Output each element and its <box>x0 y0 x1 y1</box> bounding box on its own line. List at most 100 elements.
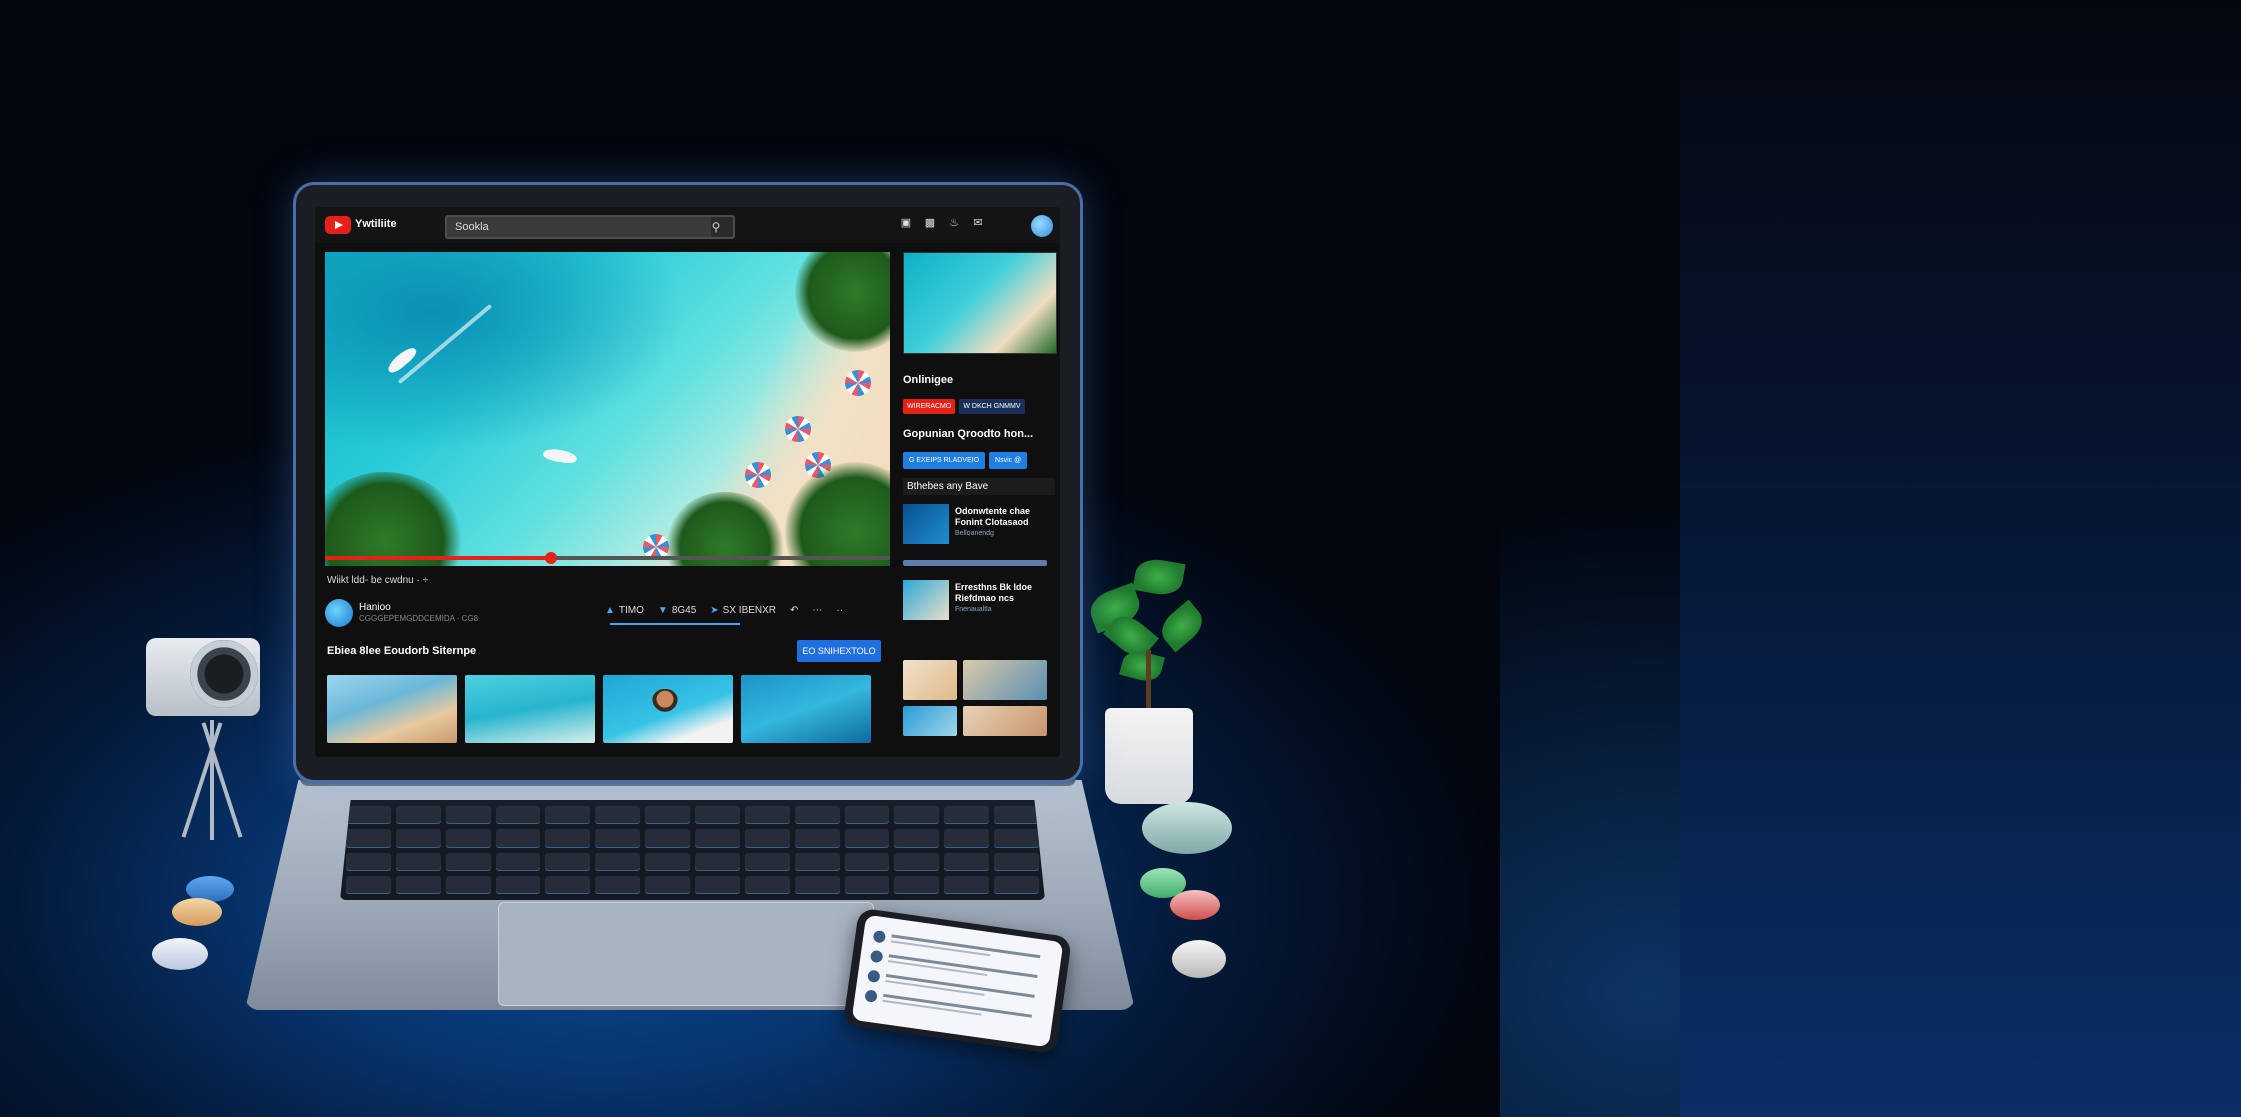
search-input[interactable] <box>447 217 711 237</box>
video-thumbnail[interactable] <box>603 675 733 743</box>
keyboard-key[interactable] <box>944 852 990 871</box>
youtube-logo-icon[interactable] <box>325 216 351 234</box>
keyboard-key[interactable] <box>595 829 641 848</box>
video-camera-icon[interactable]: ▣ <box>900 217 912 229</box>
video-thumbnail[interactable] <box>327 675 457 743</box>
grid-thumbnail[interactable] <box>903 706 957 736</box>
keyboard-key[interactable] <box>545 829 591 848</box>
video-frame-palm <box>325 472 465 566</box>
video-player[interactable] <box>325 252 890 566</box>
keyboard-key[interactable] <box>445 875 491 894</box>
keyboard-key[interactable] <box>595 852 641 871</box>
keyboard-key[interactable] <box>346 806 391 825</box>
subscribe-button[interactable]: ΕΟ SNIHEXTOLO <box>797 640 881 662</box>
trackpad[interactable] <box>498 902 874 1006</box>
save-button[interactable]: ↶ <box>790 605 798 616</box>
dislike-button[interactable]: ▼ 8G45 <box>658 605 696 616</box>
keyboard-key[interactable] <box>346 852 391 871</box>
keyboard-key[interactable] <box>645 806 690 825</box>
keyboard-key[interactable] <box>495 852 541 871</box>
keyboard-key[interactable] <box>645 829 690 848</box>
channel-avatar[interactable] <box>325 599 353 627</box>
list-item[interactable]: Erresthns Bk ldoe Riefdmao ncs Fnenaualt… <box>903 580 1055 622</box>
keyboard-key[interactable] <box>645 875 690 894</box>
share-button[interactable]: ➤ SX IBENXR <box>710 605 776 616</box>
keyboard-key[interactable] <box>744 875 790 894</box>
keyboard-key[interactable] <box>794 829 840 848</box>
keyboard-key[interactable] <box>844 806 890 825</box>
search-icon[interactable]: ⚲ <box>699 217 733 237</box>
keyboard-key[interactable] <box>994 829 1039 848</box>
live-badge[interactable]: WIRERACMO <box>903 399 956 414</box>
keyboard-key[interactable] <box>595 875 641 894</box>
sidebar-secondary-button[interactable]: Nsvic @ <box>989 452 1028 469</box>
keyboard-key[interactable] <box>844 829 890 848</box>
keyboard-key[interactable] <box>695 875 740 894</box>
video-thumbnail[interactable] <box>741 675 871 743</box>
keyboard-key[interactable] <box>695 806 740 825</box>
grid-thumbnail[interactable] <box>903 660 957 700</box>
like-button[interactable]: ▲ TIMO <box>605 605 644 616</box>
keyboard-key[interactable] <box>445 806 491 825</box>
channel-name[interactable]: Hanioo <box>359 602 391 613</box>
sidebar-primary-button[interactable]: G EXEIPS RLADVEIO <box>903 452 986 469</box>
grid-thumbnail[interactable] <box>963 706 1047 736</box>
sidebar-buttons: G EXEIPS RLADVEIO Nsvic @ <box>903 452 1028 469</box>
keyboard-key[interactable] <box>844 852 890 871</box>
keyboard-key[interactable] <box>495 829 541 848</box>
keyboard-key[interactable] <box>495 806 541 825</box>
keyboard-key[interactable] <box>395 806 441 825</box>
keyboard-key[interactable] <box>545 806 591 825</box>
keyboard-key[interactable] <box>744 829 790 848</box>
keyboard-key[interactable] <box>994 875 1039 894</box>
keyboard-key[interactable] <box>794 852 840 871</box>
keyboard-key[interactable] <box>944 875 990 894</box>
plant-stem <box>1146 650 1151 712</box>
video-thumbnail[interactable] <box>465 675 595 743</box>
keyboard-key[interactable] <box>645 852 690 871</box>
apps-icon[interactable]: ▩ <box>924 217 936 229</box>
grid-thumbnail[interactable] <box>963 660 1047 700</box>
bell-icon[interactable]: ♨ <box>948 217 960 229</box>
keyboard-key[interactable] <box>695 852 740 871</box>
keyboard-key[interactable] <box>944 829 990 848</box>
keyboard-key[interactable] <box>994 852 1039 871</box>
keyboard-key[interactable] <box>545 875 591 894</box>
like-count: TIMO <box>618 605 644 616</box>
keyboard-key[interactable] <box>346 829 391 848</box>
keyboard-key[interactable] <box>894 875 940 894</box>
keyboard-key[interactable] <box>794 875 840 894</box>
keyboard-key[interactable] <box>894 852 940 871</box>
keyboard-key[interactable] <box>695 829 740 848</box>
keyboard-key[interactable] <box>894 829 940 848</box>
keyboard-key[interactable] <box>395 852 441 871</box>
more-button-2[interactable]: ·· <box>836 605 843 616</box>
sidebar-video-thumbnail[interactable] <box>903 252 1057 354</box>
keyboard-key[interactable] <box>944 806 990 825</box>
avatar[interactable] <box>1031 215 1053 237</box>
progress-knob[interactable] <box>545 552 557 564</box>
progress-bar[interactable] <box>325 552 890 564</box>
messages-icon[interactable]: ✉ <box>972 217 984 229</box>
keyboard-key[interactable] <box>395 829 441 848</box>
keyboard-key[interactable] <box>395 875 441 894</box>
sidebar-progress <box>903 560 1047 566</box>
keyboard-key[interactable] <box>545 852 591 871</box>
keyboard-key[interactable] <box>844 875 890 894</box>
keyboard-key[interactable] <box>445 852 491 871</box>
keyboard-key[interactable] <box>794 806 840 825</box>
keyboard-key[interactable] <box>595 806 641 825</box>
sidebar-section-heading: Bthebes any Bave <box>903 478 1055 495</box>
keyboard-key[interactable] <box>495 875 541 894</box>
keyboard-key[interactable] <box>744 852 790 871</box>
list-item[interactable]: Odonwtente chae Fonint Clotasaod Belloan… <box>903 504 1055 546</box>
keyboard-key[interactable] <box>346 875 391 894</box>
phone-row-icon <box>867 969 881 984</box>
logo-text[interactable]: Ywtiliite <box>355 218 397 230</box>
keyboard-key[interactable] <box>894 806 940 825</box>
tag-badge[interactable]: W DKCH GNMMV <box>959 399 1025 414</box>
keyboard-key[interactable] <box>445 829 491 848</box>
more-button[interactable]: ⋯ <box>812 605 822 616</box>
keyboard-key[interactable] <box>994 806 1039 825</box>
keyboard-key[interactable] <box>744 806 790 825</box>
